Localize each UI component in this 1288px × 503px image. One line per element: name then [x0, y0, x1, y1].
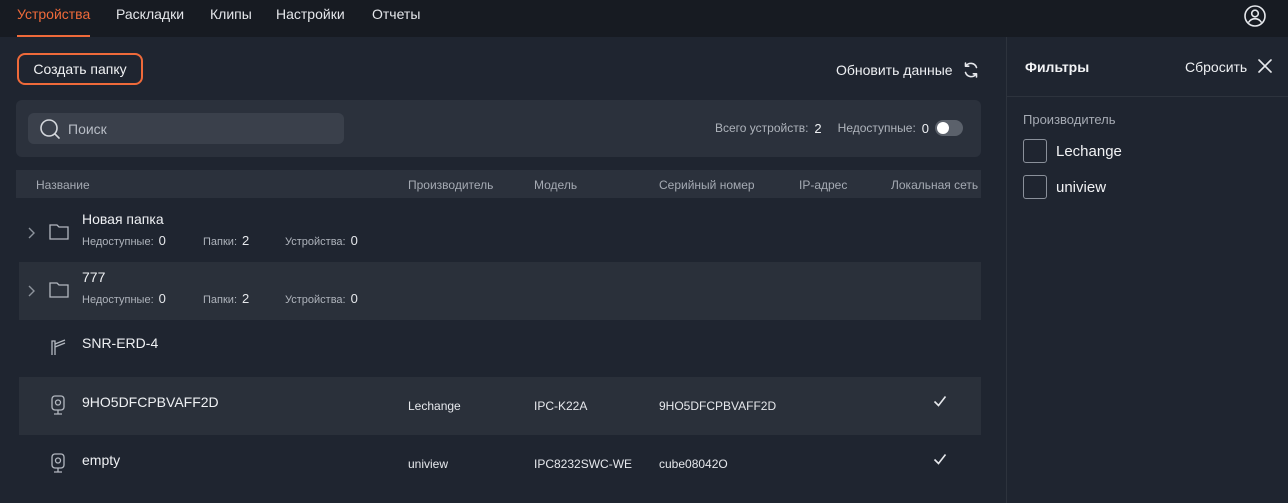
column-model[interactable]: Модель [534, 178, 577, 192]
camera-icon [51, 395, 65, 415]
folders-count: 2 [242, 233, 250, 248]
unavailable-label: Недоступные: [82, 294, 154, 306]
vendor-section-label: Производитель [1023, 112, 1116, 127]
filter-option-lechange[interactable]: Lechange [1023, 139, 1122, 163]
divider [1007, 96, 1288, 97]
row-vendor: Lechange [408, 399, 461, 413]
devices-label: Устройства: [285, 236, 346, 248]
row-unavailable: Недоступные: 0 [82, 291, 166, 306]
table-row[interactable]: 9HO5DFCPBVAFF2D Lechange IPC-K22A 9HO5DF… [19, 377, 981, 435]
close-icon[interactable] [1257, 58, 1273, 74]
filter-option-uniview[interactable]: uniview [1023, 175, 1106, 199]
device-stats: Всего устройств: 2 Недоступные: 0 [715, 120, 964, 136]
search-input[interactable] [68, 113, 338, 144]
checkbox[interactable] [1023, 139, 1047, 163]
column-ip[interactable]: IP-адрес [799, 178, 847, 192]
total-devices-label: Всего устройств: [715, 121, 809, 135]
tab-clips[interactable]: Клипы [210, 0, 252, 37]
row-serial: cube08042O [659, 457, 728, 471]
unavailable-count: 0 [158, 291, 166, 306]
column-name[interactable]: Название [36, 178, 90, 192]
row-name: SNR-ERD-4 [82, 335, 159, 351]
column-vendor[interactable]: Производитель [408, 178, 493, 192]
unavailable-toggle[interactable] [935, 120, 964, 136]
refresh-label: Обновить данные [836, 62, 953, 78]
check-icon [933, 454, 947, 465]
folder-icon [49, 282, 69, 298]
row-name: empty [82, 452, 121, 468]
row-model: IPC8232SWC-WE [534, 457, 633, 471]
folder-icon [49, 224, 69, 240]
row-model: IPC-K22A [534, 399, 588, 413]
folders-label: Папки: [203, 294, 237, 306]
search-icon [40, 119, 60, 139]
row-unavailable: Недоступные: 0 [82, 233, 166, 248]
tab-reports[interactable]: Отчеты [372, 0, 420, 37]
folders-count: 2 [242, 291, 250, 306]
table-row[interactable]: empty uniview IPC8232SWC-WE cube08042O [19, 435, 981, 493]
unavailable-label: Недоступные: [82, 236, 154, 248]
reset-filters-button[interactable]: Сбросить [1185, 59, 1247, 75]
filters-panel: Фильтры Сбросить Производитель Lechange … [1006, 37, 1288, 503]
row-devices: Устройства: 0 [285, 291, 358, 306]
unavailable-label: Недоступные: [837, 121, 916, 135]
table-header: Название Производитель Модель Серийный н… [16, 170, 981, 198]
devices-label: Устройства: [285, 294, 346, 306]
filters-title: Фильтры [1025, 59, 1090, 75]
search-bar: Всего устройств: 2 Недоступные: 0 [16, 100, 981, 157]
top-nav: Устройства Раскладки Клипы Настройки Отч… [0, 0, 1288, 37]
row-folders: Папки: 2 [203, 233, 249, 248]
row-name: Новая папка [82, 211, 164, 227]
filter-option-label: Lechange [1056, 142, 1122, 160]
row-folders: Папки: 2 [203, 291, 249, 306]
row-vendor: uniview [408, 457, 449, 471]
barrier-icon [51, 339, 66, 355]
refresh-icon [964, 62, 977, 78]
tab-devices[interactable]: Устройства [17, 0, 91, 37]
chevron-right-icon[interactable] [25, 284, 37, 298]
user-profile-icon[interactable] [1243, 4, 1267, 28]
unavailable-count: 0 [158, 233, 166, 248]
table-row[interactable]: 777 Недоступные: 0 Папки: 2 Устройства: 0 [19, 262, 981, 320]
tab-layouts[interactable]: Раскладки [116, 0, 184, 37]
refresh-data-button[interactable]: Обновить данные [836, 60, 981, 80]
folders-label: Папки: [203, 236, 237, 248]
row-serial: 9HO5DFCPBVAFF2D [659, 399, 777, 413]
unavailable-value: 0 [921, 120, 930, 136]
row-name: 9HO5DFCPBVAFF2D [82, 394, 219, 410]
checkbox[interactable] [1023, 175, 1047, 199]
toggle-knob [937, 122, 950, 134]
column-serial[interactable]: Серийный номер [659, 178, 755, 192]
table-row[interactable]: Новая папка Недоступные: 0 Папки: 2 Устрой… [19, 204, 981, 262]
devices-count: 0 [350, 233, 358, 248]
camera-icon [51, 453, 65, 473]
create-folder-button[interactable]: Создать папку [17, 53, 143, 85]
check-icon [933, 396, 947, 407]
tab-settings[interactable]: Настройки [276, 0, 345, 37]
total-devices-value: 2 [814, 120, 822, 136]
devices-count: 0 [350, 291, 358, 306]
filter-option-label: uniview [1056, 178, 1107, 196]
search-field[interactable] [28, 113, 344, 144]
table-row[interactable]: SNR-ERD-4 [19, 320, 981, 378]
row-devices: Устройства: 0 [285, 233, 358, 248]
row-name: 777 [82, 269, 106, 285]
chevron-right-icon[interactable] [25, 226, 37, 240]
column-local-network[interactable]: Локальная сеть [891, 178, 978, 192]
